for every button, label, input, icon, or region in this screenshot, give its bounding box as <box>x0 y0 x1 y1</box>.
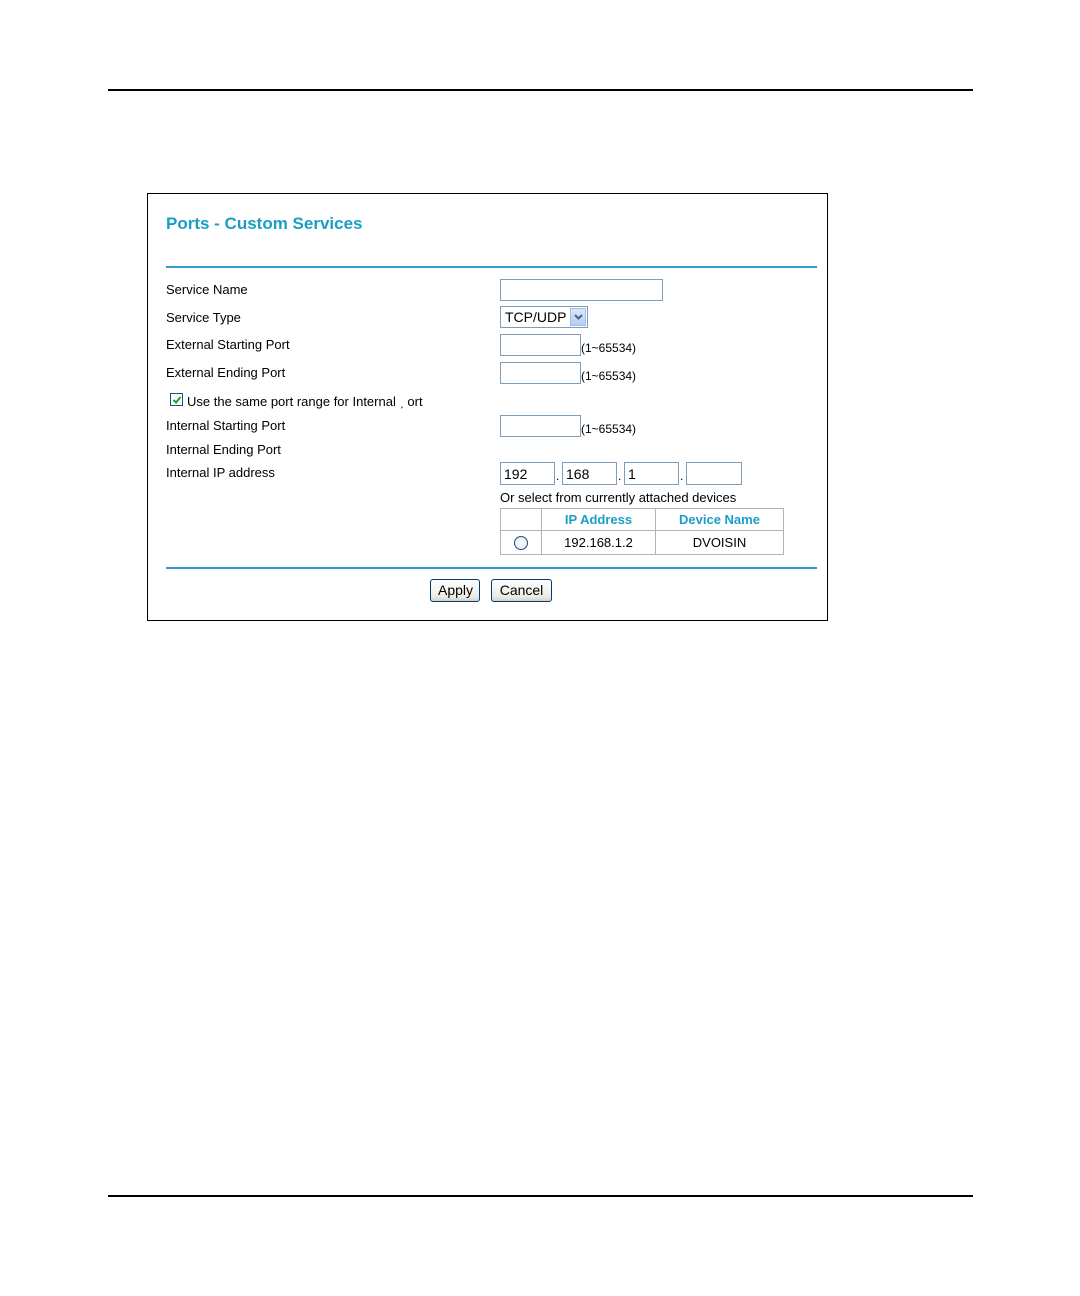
device-select-cell <box>500 530 542 555</box>
internal-ending-port-label: Internal Ending Port <box>166 442 281 457</box>
external-starting-port-range: (1~65534) <box>581 341 637 355</box>
table-row: 192.168.1.2 DVOISIN <box>500 530 784 555</box>
attached-devices-note: Or select from currently attached device… <box>500 490 737 505</box>
table-header-row: IP Address Device Name <box>500 508 784 531</box>
service-type-label: Service Type <box>166 310 241 325</box>
device-select-radio[interactable] <box>514 536 528 551</box>
external-starting-port-input[interactable] <box>500 334 581 356</box>
footer-rule <box>108 1195 973 1197</box>
service-name-input[interactable] <box>500 279 663 301</box>
same-port-range-checkbox[interactable] <box>170 393 183 406</box>
custom-services-panel: Ports - Custom Services Service Name Ser… <box>147 193 828 621</box>
ip-octet-1-input[interactable] <box>500 462 555 485</box>
chevron-down-icon[interactable] <box>570 308 586 326</box>
external-ending-port-label: External Ending Port <box>166 365 286 380</box>
cancel-button[interactable]: Cancel <box>491 579 552 602</box>
internal-starting-port-label: Internal Starting Port <box>166 418 286 433</box>
select-column-header <box>500 508 542 531</box>
internal-starting-port-input[interactable] <box>500 415 581 437</box>
ip-octet-2-input[interactable] <box>562 462 617 485</box>
attached-devices-table: IP Address Device Name 192.168.1.2 DVOIS… <box>500 508 784 555</box>
service-name-label: Service Name <box>166 282 248 297</box>
header-rule <box>108 89 973 91</box>
ip-separator: . <box>680 469 684 483</box>
service-type-value: TCP/UDP <box>505 309 567 325</box>
title-divider <box>166 266 817 268</box>
ip-separator: . <box>618 469 622 483</box>
ip-separator: . <box>556 469 560 483</box>
device-ip-cell: 192.168.1.2 <box>541 530 656 555</box>
internal-starting-port-range: (1~65534) <box>581 422 637 436</box>
apply-button[interactable]: Apply <box>430 579 480 602</box>
internal-ip-label: Internal IP address <box>166 465 275 480</box>
external-starting-port-label: External Starting Port <box>166 337 290 352</box>
external-ending-port-input[interactable] <box>500 362 581 384</box>
device-name-cell: DVOISIN <box>655 530 784 555</box>
service-type-select[interactable]: TCP/UDP <box>500 306 588 328</box>
ip-octet-3-input[interactable] <box>624 462 679 485</box>
device-name-column-header: Device Name <box>655 508 784 531</box>
checkmark-icon <box>172 396 182 404</box>
page-title: Ports - Custom Services <box>166 214 363 233</box>
ip-octet-4-input[interactable] <box>686 462 742 485</box>
ip-address-column-header: IP Address <box>541 508 656 531</box>
external-ending-port-range: (1~65534) <box>581 369 637 383</box>
same-port-range-label: Use the same port range for Internal ˏ o… <box>187 394 423 409</box>
bottom-divider <box>166 567 817 569</box>
